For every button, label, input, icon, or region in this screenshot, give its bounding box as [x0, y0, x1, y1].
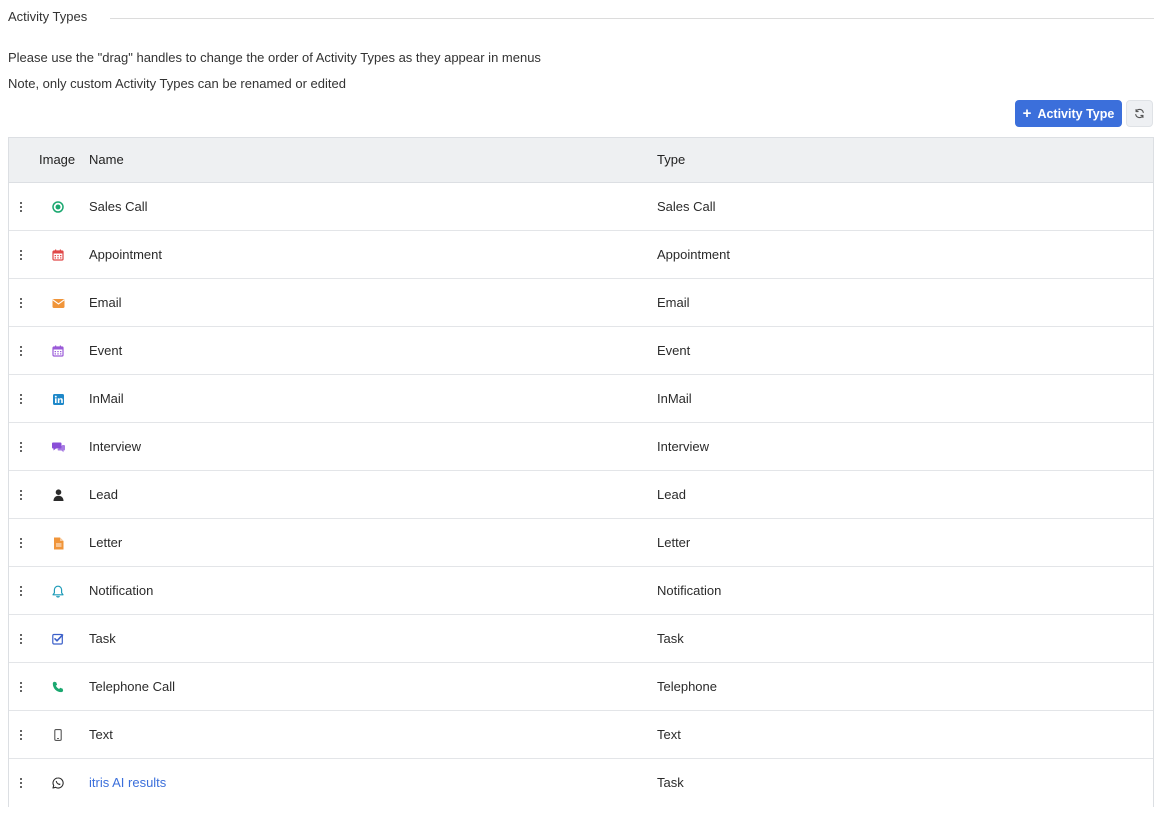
row-name: Notification	[89, 583, 154, 598]
row-type: Sales Call	[657, 199, 716, 214]
edit-note: Note, only custom Activity Types can be …	[8, 76, 346, 91]
drag-handle-icon[interactable]	[16, 680, 26, 694]
target-icon	[51, 200, 65, 214]
plus-icon: +	[1022, 105, 1032, 122]
row-name: Event	[89, 343, 123, 358]
drag-handle-icon[interactable]	[16, 584, 26, 598]
table-row[interactable]: Event Event	[9, 327, 1153, 375]
drag-handle-icon[interactable]	[16, 776, 26, 790]
section-divider	[110, 18, 1154, 19]
row-type: Appointment	[657, 247, 730, 262]
column-header-name[interactable]: Name	[89, 152, 124, 168]
row-name: Letter	[89, 535, 123, 550]
table-row[interactable]: Sales Call Sales Call	[9, 183, 1153, 231]
drag-handle-icon[interactable]	[16, 632, 26, 646]
calendar-icon	[51, 248, 65, 262]
row-type: Interview	[657, 439, 710, 454]
row-name: Sales Call	[89, 199, 148, 214]
drag-handle-icon[interactable]	[16, 488, 26, 502]
table-row[interactable]: Text Text	[9, 711, 1153, 759]
section-header: Activity Types	[8, 9, 1154, 25]
document-icon	[51, 536, 65, 550]
drag-handle-icon[interactable]	[16, 296, 26, 310]
row-name: InMail	[89, 391, 124, 406]
bell-icon	[51, 584, 65, 598]
linkedin-icon	[51, 392, 65, 406]
row-name[interactable]: itris AI results	[89, 775, 166, 791]
drag-handle-icon[interactable]	[16, 200, 26, 214]
row-type: Text	[657, 727, 681, 742]
column-header-type[interactable]: Type	[657, 152, 685, 168]
row-name: Appointment	[89, 247, 162, 262]
section-title: Activity Types	[8, 9, 104, 25]
row-name: Interview	[89, 439, 142, 454]
checkbox-icon	[51, 632, 65, 646]
drag-instructions: Please use the "drag" handles to change …	[8, 50, 541, 65]
row-type: InMail	[657, 391, 692, 406]
drag-handle-icon[interactable]	[16, 344, 26, 358]
row-type: Notification	[657, 583, 722, 598]
whatsapp-icon	[51, 776, 65, 790]
column-header-image: Image	[39, 152, 76, 167]
calendar-icon	[51, 344, 65, 358]
drag-handle-icon[interactable]	[16, 728, 26, 742]
table-row[interactable]: itris AI results Task	[9, 759, 1153, 807]
add-activity-type-button[interactable]: + Activity Type	[1015, 100, 1122, 127]
row-name: Text	[89, 727, 113, 742]
table-row[interactable]: Task Task	[9, 615, 1153, 663]
drag-handle-icon[interactable]	[16, 440, 26, 454]
table-row[interactable]: Interview Interview	[9, 423, 1153, 471]
table-row[interactable]: Letter Letter	[9, 519, 1153, 567]
table-row[interactable]: Lead Lead	[9, 471, 1153, 519]
row-type: Event	[657, 343, 691, 358]
refresh-button[interactable]	[1126, 100, 1153, 127]
table-row[interactable]: Appointment Appointment	[9, 231, 1153, 279]
table-row[interactable]: Telephone Call Telephone	[9, 663, 1153, 711]
mobile-icon	[51, 728, 65, 742]
table-header: Image Name Type	[9, 138, 1153, 183]
row-type: Email	[657, 295, 690, 310]
activity-types-table: Image Name Type Sales Call Sales Call Appo…	[8, 137, 1154, 807]
row-type: Lead	[657, 487, 686, 502]
envelope-icon	[51, 296, 65, 310]
add-activity-type-label: Activity Type	[1037, 106, 1115, 121]
table-row[interactable]: Notification Notification	[9, 567, 1153, 615]
refresh-icon	[1135, 108, 1144, 119]
row-type: Letter	[657, 535, 691, 550]
row-type: Telephone	[657, 679, 717, 694]
row-type: Task	[657, 775, 684, 790]
table-row[interactable]: Email Email	[9, 279, 1153, 327]
drag-handle-icon[interactable]	[16, 248, 26, 262]
row-name: Lead	[89, 487, 118, 502]
drag-handle-icon[interactable]	[16, 536, 26, 550]
row-name: Telephone Call	[89, 679, 176, 694]
table-row[interactable]: InMail InMail	[9, 375, 1153, 423]
table-body: Sales Call Sales Call Appointment Appointme…	[9, 183, 1153, 807]
phone-icon	[51, 680, 65, 694]
row-name: Task	[89, 631, 116, 646]
drag-handle-icon[interactable]	[16, 392, 26, 406]
chat-bubbles-icon	[51, 440, 65, 454]
row-name: Email	[89, 295, 122, 310]
row-type: Task	[657, 631, 684, 646]
person-icon	[51, 488, 65, 502]
